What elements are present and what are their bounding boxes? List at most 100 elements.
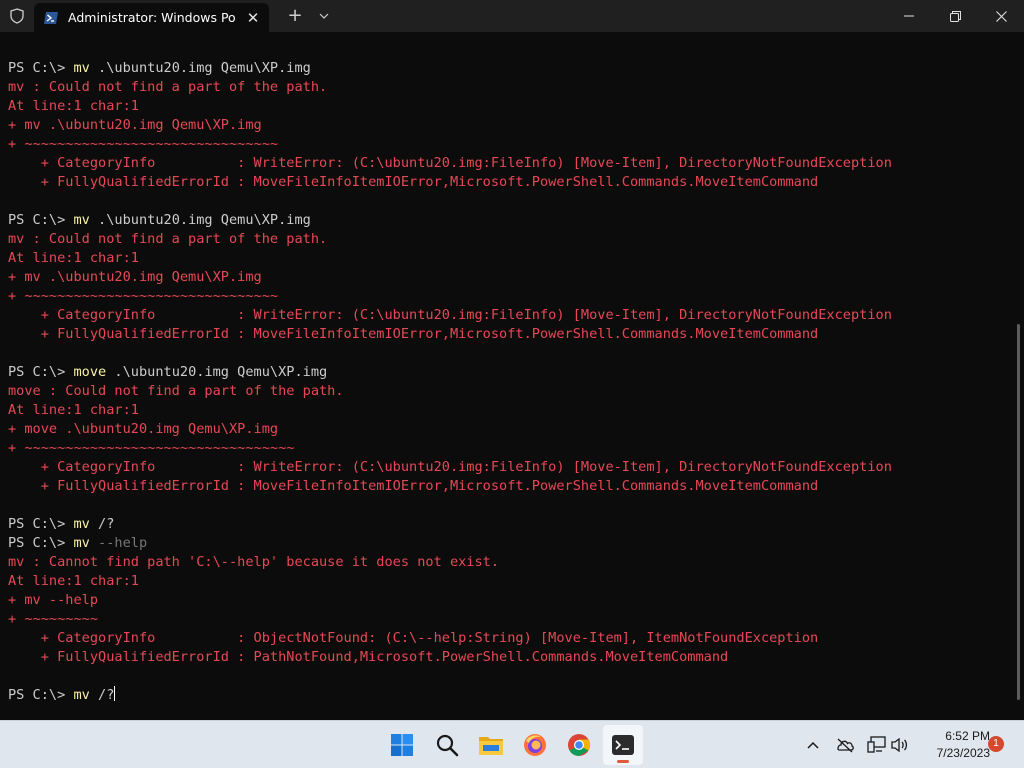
clock[interactable]: 6:52 PM 7/23/2023 xyxy=(918,728,990,762)
error-text: + CategoryInfo : WriteError: (C:\ubuntu2… xyxy=(8,155,892,171)
prompt-text: /? xyxy=(89,516,115,532)
volume-icon[interactable] xyxy=(888,733,912,757)
error-text: + CategoryInfo : WriteError: (C:\ubuntu2… xyxy=(8,459,892,475)
prompt-text: /? xyxy=(89,687,115,703)
terminal-line: move : Could not find a part of the path… xyxy=(8,382,1008,401)
error-text: At line:1 char:1 xyxy=(8,402,139,418)
folder-icon xyxy=(479,737,503,755)
scrollbar[interactable] xyxy=(1017,324,1020,700)
notification-badge[interactable]: 1 xyxy=(988,736,1004,752)
error-text: + mv .\ubuntu20.img Qemu\XP.img xyxy=(8,269,262,285)
terminal-button[interactable] xyxy=(603,725,643,765)
terminal-lines: PS C:\> mv .\ubuntu20.img Qemu\XP.img mv … xyxy=(8,59,1008,705)
parameter-text: --help xyxy=(89,535,148,551)
windows-logo-icon xyxy=(391,734,413,756)
terminal-line: PS C:\> mv /? xyxy=(8,515,1008,534)
taskbar: 6:52 PM 7/23/2023 1 xyxy=(0,720,1024,768)
prompt-text: PS C:\> xyxy=(8,60,74,76)
terminal-line: mv : Cannot find path 'C:\--help' becaus… xyxy=(8,553,1008,572)
terminal-line: At line:1 char:1 xyxy=(8,97,1008,116)
error-text: + FullyQualifiedErrorId : MoveFileInfoIt… xyxy=(8,478,819,494)
terminal-line: PS C:\> mv .\ubuntu20.img Qemu\XP.img xyxy=(8,211,1008,230)
command-text: mv xyxy=(73,687,90,703)
terminal-line: mv : Could not find a part of the path. xyxy=(8,78,1008,97)
terminal-line: + move .\ubuntu20.img Qemu\XP.img xyxy=(8,420,1008,439)
error-text: move : Could not find a part of the path… xyxy=(8,383,344,399)
error-text: At line:1 char:1 xyxy=(8,573,139,589)
terminal-line: + CategoryInfo : WriteError: (C:\ubuntu2… xyxy=(8,458,1008,477)
prompt-text: PS C:\> xyxy=(8,687,74,703)
firefox-button[interactable] xyxy=(515,725,555,765)
error-text: + FullyQualifiedErrorId : MoveFileInfoIt… xyxy=(8,174,819,190)
error-text: mv : Cannot find path 'C:\--help' becaus… xyxy=(8,554,500,570)
prompt-text: .\ubuntu20.img Qemu\XP.img xyxy=(89,60,311,76)
error-text: At line:1 char:1 xyxy=(8,98,139,114)
new-tab-button[interactable]: + xyxy=(284,5,306,27)
terminal-line: PS C:\> mv .\ubuntu20.img Qemu\XP.img xyxy=(8,59,1008,78)
terminal-line: + CategoryInfo : ObjectNotFound: (C:\--h… xyxy=(8,629,1008,648)
terminal-line: + ~~~~~~~~~~~~~~~~~~~~~~~~~~~~~~~~~ xyxy=(8,439,1008,458)
chrome-button[interactable] xyxy=(559,725,599,765)
terminal-line: + CategoryInfo : WriteError: (C:\ubuntu2… xyxy=(8,306,1008,325)
maximize-button[interactable] xyxy=(932,0,978,32)
close-window-button[interactable] xyxy=(978,0,1024,32)
clock-date: 7/23/2023 xyxy=(936,746,990,760)
error-text: + move .\ubuntu20.img Qemu\XP.img xyxy=(8,421,279,437)
text-cursor xyxy=(114,686,116,701)
prompt-text: .\ubuntu20.img Qemu\XP.img xyxy=(89,212,311,228)
command-text: mv xyxy=(73,516,90,532)
title-bar: Administrator: Windows PowerShell ✕ + xyxy=(0,0,1024,32)
shield-icon[interactable] xyxy=(8,7,26,25)
show-hidden-icons-button[interactable] xyxy=(801,733,825,757)
close-tab-icon[interactable]: ✕ xyxy=(244,9,262,27)
error-text: + FullyQualifiedErrorId : PathNotFound,M… xyxy=(8,649,729,665)
network-icon[interactable] xyxy=(865,733,889,757)
terminal-line: + FullyQualifiedErrorId : PathNotFound,M… xyxy=(8,648,1008,667)
terminal-line: + FullyQualifiedErrorId : MoveFileInfoIt… xyxy=(8,173,1008,192)
chevron-down-icon[interactable] xyxy=(313,5,335,27)
terminal-line: + FullyQualifiedErrorId : MoveFileInfoIt… xyxy=(8,325,1008,344)
chevron-up-icon xyxy=(807,741,819,749)
command-text: mv xyxy=(73,212,90,228)
error-text: + mv --help xyxy=(8,592,99,608)
terminal-line: PS C:\> mv /? xyxy=(8,686,1008,705)
chrome-icon xyxy=(568,734,590,756)
terminal-line: mv : Could not find a part of the path. xyxy=(8,230,1008,249)
tab-powershell[interactable]: Administrator: Windows PowerShell ✕ xyxy=(34,3,269,32)
terminal-line: + ~~~~~~~~~~~~~~~~~~~~~~~~~~~~~~~ xyxy=(8,287,1008,306)
terminal-line: + ~~~~~~~~~~~~~~~~~~~~~~~~~~~~~~~ xyxy=(8,135,1008,154)
error-text: + CategoryInfo : ObjectNotFound: (C:\--h… xyxy=(8,630,819,646)
search-button[interactable] xyxy=(427,725,467,765)
terminal-line: At line:1 char:1 xyxy=(8,572,1008,591)
error-text: mv : Could not find a part of the path. xyxy=(8,79,328,95)
error-text: + FullyQualifiedErrorId : MoveFileInfoIt… xyxy=(8,326,819,342)
search-icon xyxy=(436,734,459,757)
command-text: mv xyxy=(73,535,90,551)
error-text: + ~~~~~~~~~~~~~~~~~~~~~~~~~~~~~~~~~ xyxy=(8,440,295,456)
terminal-icon xyxy=(612,735,634,755)
error-text: mv : Could not find a part of the path. xyxy=(8,231,328,247)
terminal-line: + FullyQualifiedErrorId : MoveFileInfoIt… xyxy=(8,477,1008,496)
start-button[interactable] xyxy=(382,725,422,765)
error-text: + ~~~~~~~~~ xyxy=(8,611,99,627)
active-indicator xyxy=(617,760,629,763)
tab-title: Administrator: Windows PowerShell xyxy=(68,10,236,25)
clock-time: 6:52 PM xyxy=(945,729,990,743)
terminal-line: At line:1 char:1 xyxy=(8,401,1008,420)
command-text: mv xyxy=(73,60,90,76)
minimize-button[interactable] xyxy=(886,0,932,32)
onedrive-icon[interactable] xyxy=(833,733,857,757)
file-explorer-button[interactable] xyxy=(471,725,511,765)
error-text: + ~~~~~~~~~~~~~~~~~~~~~~~~~~~~~~~ xyxy=(8,136,279,152)
prompt-text: PS C:\> xyxy=(8,516,74,532)
error-text: + mv .\ubuntu20.img Qemu\XP.img xyxy=(8,117,262,133)
prompt-text: .\ubuntu20.img Qemu\XP.img xyxy=(106,364,328,380)
terminal-line: + mv .\ubuntu20.img Qemu\XP.img xyxy=(8,116,1008,135)
terminal-line: At line:1 char:1 xyxy=(8,249,1008,268)
command-text: move xyxy=(73,364,107,380)
terminal-output[interactable]: PS C:\> mv .\ubuntu20.img Qemu\XP.img mv … xyxy=(0,32,1024,720)
